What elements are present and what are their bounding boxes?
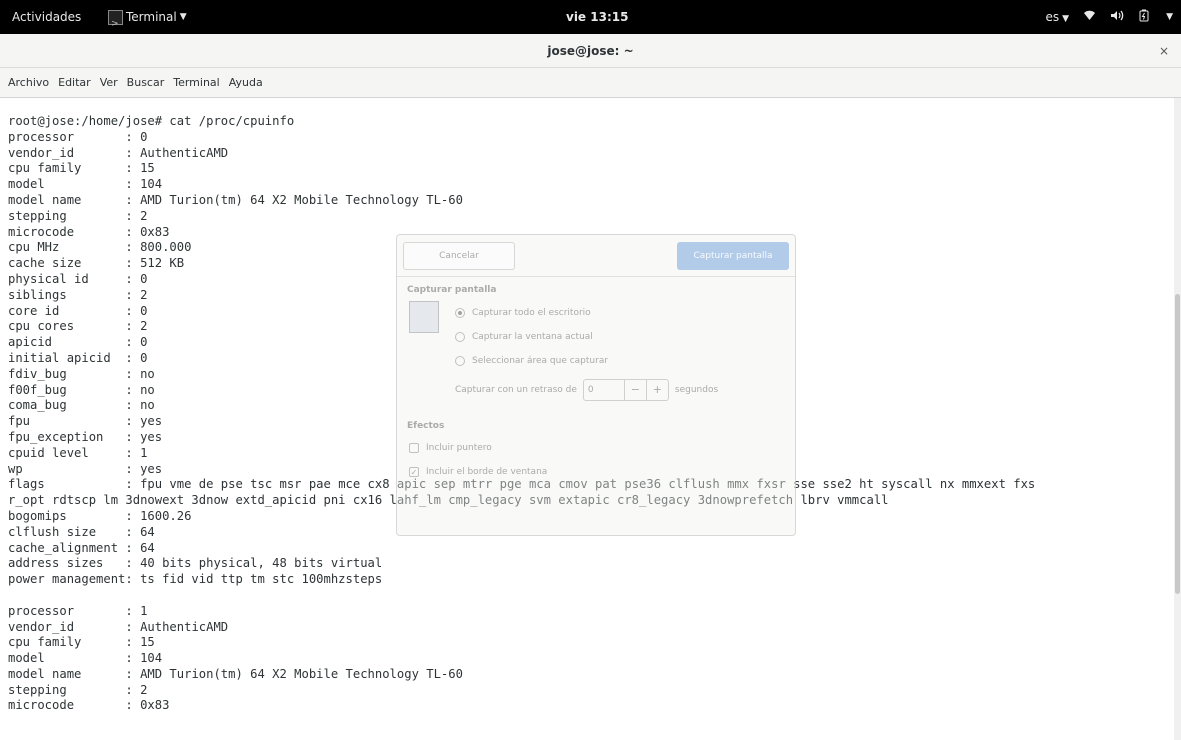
option-include-border[interactable]: ✓ Incluir el borde de ventana: [409, 467, 547, 477]
capture-button[interactable]: Capturar pantalla: [677, 242, 789, 270]
menu-ver[interactable]: Ver: [100, 76, 118, 89]
menu-ayuda[interactable]: Ayuda: [229, 76, 263, 89]
delay-stepper[interactable]: 0 − +: [582, 379, 669, 401]
screenshot-dialog: Cancelar Capturar pantalla Capturar pant…: [396, 234, 796, 536]
section-effects-title: Efectos: [407, 421, 445, 431]
option-select-area[interactable]: Seleccionar área que capturar: [455, 356, 608, 366]
delay-increment-button[interactable]: +: [645, 380, 668, 400]
menu-buscar[interactable]: Buscar: [127, 76, 165, 89]
window-titlebar: jose@jose: ~ ×: [0, 34, 1181, 68]
option-current-window[interactable]: Capturar la ventana actual: [455, 332, 593, 342]
keyboard-layout[interactable]: es ▼: [1046, 10, 1070, 24]
window-title: jose@jose: ~: [547, 44, 634, 58]
activities-button[interactable]: Actividades: [0, 0, 102, 34]
chevron-down-icon[interactable]: ▼: [1166, 12, 1173, 22]
menu-bar: Archivo Editar Ver Buscar Terminal Ayuda: [0, 68, 1181, 98]
app-menu-label: Terminal: [126, 10, 177, 24]
volume-icon[interactable]: [1110, 10, 1125, 24]
battery-icon[interactable]: [1139, 9, 1149, 25]
scrollbar-thumb[interactable]: [1175, 294, 1180, 594]
delay-row: Capturar con un retraso de 0 − + segundo…: [455, 379, 718, 401]
delay-label: Capturar con un retraso de: [455, 385, 577, 395]
delay-value[interactable]: 0: [584, 385, 624, 395]
dialog-header: Cancelar Capturar pantalla: [397, 235, 795, 277]
menu-editar[interactable]: Editar: [58, 76, 91, 89]
app-menu[interactable]: Terminal ▼: [108, 0, 187, 41]
terminal-app-icon: [108, 7, 123, 41]
status-area[interactable]: es ▼ ▼: [1046, 0, 1173, 34]
top-bar: Actividades Terminal ▼ vie 13:15 es▼ ▼: [0, 0, 1181, 41]
chevron-down-icon: ▼: [179, 12, 187, 22]
option-whole-desktop[interactable]: Capturar todo el escritorio: [455, 308, 591, 318]
delay-decrement-button[interactable]: −: [623, 380, 646, 400]
section-capture-title: Capturar pantalla: [407, 285, 497, 295]
screenshot-icon: [409, 301, 439, 333]
delay-unit: segundos: [674, 385, 719, 395]
menu-terminal[interactable]: Terminal: [173, 76, 220, 89]
menu-archivo[interactable]: Archivo: [8, 76, 49, 89]
scrollbar[interactable]: [1174, 98, 1181, 740]
clock[interactable]: vie 13:15: [566, 0, 628, 34]
close-icon[interactable]: ×: [1159, 34, 1169, 68]
radio-current-window[interactable]: [455, 332, 465, 342]
cancel-button[interactable]: Cancelar: [403, 242, 515, 270]
checkbox-include-border[interactable]: ✓: [409, 467, 419, 477]
wifi-icon[interactable]: [1083, 10, 1096, 24]
radio-whole-desktop[interactable]: [455, 308, 465, 318]
radio-select-area[interactable]: [455, 356, 465, 366]
option-include-pointer[interactable]: Incluir puntero: [409, 443, 492, 453]
checkbox-include-pointer[interactable]: [409, 443, 419, 453]
chevron-down-icon: ▼: [1062, 14, 1070, 24]
